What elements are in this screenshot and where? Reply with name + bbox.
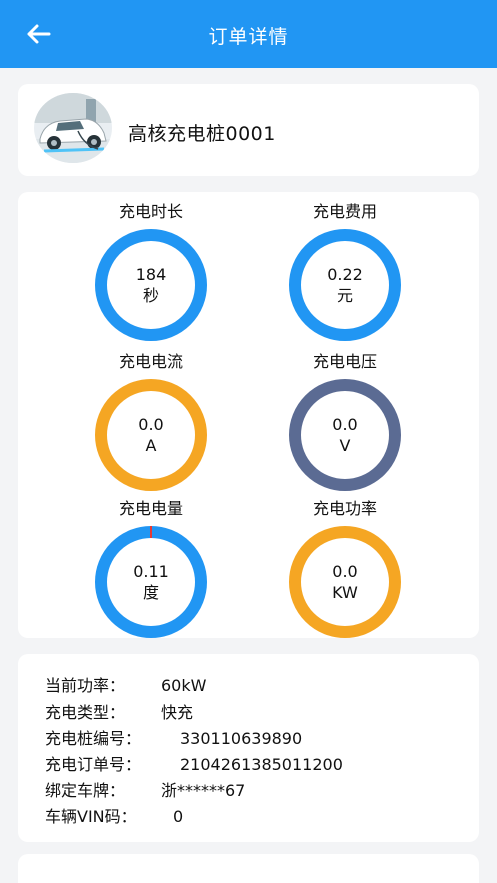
info-value: 0 [173,807,184,826]
info-label: 当前功率： [45,676,126,695]
cost-ring: 0.22 元 [289,229,401,341]
power-label: 充电功率 [312,499,377,518]
energy-value: 0.11 [133,562,169,581]
info-row-charge-type: 充电类型： 快充 [45,702,193,724]
current-unit: A [145,436,157,455]
info-row-pile-number: 充电桩编号： 330110639890 [45,728,302,750]
car-charging-icon [34,93,112,163]
station-name: 高核充电桩0001 [128,123,276,145]
energy-progress-tick [150,526,152,538]
bottom-card [18,854,479,883]
cost-value: 0.22 [327,265,363,284]
order-info-card: 当前功率： 60kW 充电类型： 快充 充电桩编号： 330110639890 … [18,654,479,842]
duration-gauge: 充电时长 184 秒 [61,201,241,341]
power-value: 0.0 [332,562,358,581]
power-gauge: 充电功率 0.0 KW [255,498,435,638]
voltage-gauge: 充电电压 0.0 V [255,351,435,491]
energy-gauge: 充电电量 0.11 度 [61,498,241,638]
voltage-ring: 0.0 V [289,379,401,491]
energy-ring: 0.11 度 [95,526,207,638]
energy-label: 充电电量 [118,499,183,518]
info-row-order-number: 充电订单号： 2104261385011200 [45,754,343,776]
info-value: 330110639890 [180,729,303,748]
current-value: 0.0 [138,415,164,434]
top-app-bar: 订单详情 [0,0,497,68]
current-ring: 0.0 A [95,379,207,491]
cost-gauge: 充电费用 0.22 元 [255,201,435,341]
duration-label: 充电时长 [118,202,183,221]
info-label: 充电类型： [45,703,126,722]
power-unit: KW [332,583,358,602]
cost-label: 充电费用 [312,202,377,221]
info-label: 绑定车牌： [45,781,126,800]
info-row-plate: 绑定车牌： 浙******67 [45,780,245,802]
duration-value: 184 [135,265,167,284]
charging-gauges-card: 充电时长 184 秒 充电费用 0.22 元 充电电流 0.0 A 充电电压 0… [18,192,479,638]
current-label: 充电电流 [118,352,183,371]
info-value: 快充 [161,703,194,722]
cost-unit: 元 [336,286,353,305]
info-value: 2104261385011200 [180,755,343,774]
info-value: 60kW [161,676,207,695]
voltage-label: 充电电压 [312,352,377,371]
station-card[interactable]: 高核充电桩0001 [18,84,479,176]
info-label: 车辆VIN码： [45,807,137,826]
info-row-current-power: 当前功率： 60kW [45,675,206,697]
info-row-vin: 车辆VIN码： 0 [45,806,183,828]
duration-ring: 184 秒 [95,229,207,341]
duration-unit: 秒 [142,286,159,305]
info-label: 充电桩编号： [45,729,142,748]
voltage-unit: V [339,436,351,455]
info-label: 充电订单号： [45,755,142,774]
info-value: 浙******67 [161,781,246,800]
voltage-value: 0.0 [332,415,358,434]
page-title: 订单详情 [208,26,289,48]
energy-unit: 度 [142,583,159,602]
power-ring: 0.0 KW [289,526,401,638]
current-gauge: 充电电流 0.0 A [61,351,241,491]
